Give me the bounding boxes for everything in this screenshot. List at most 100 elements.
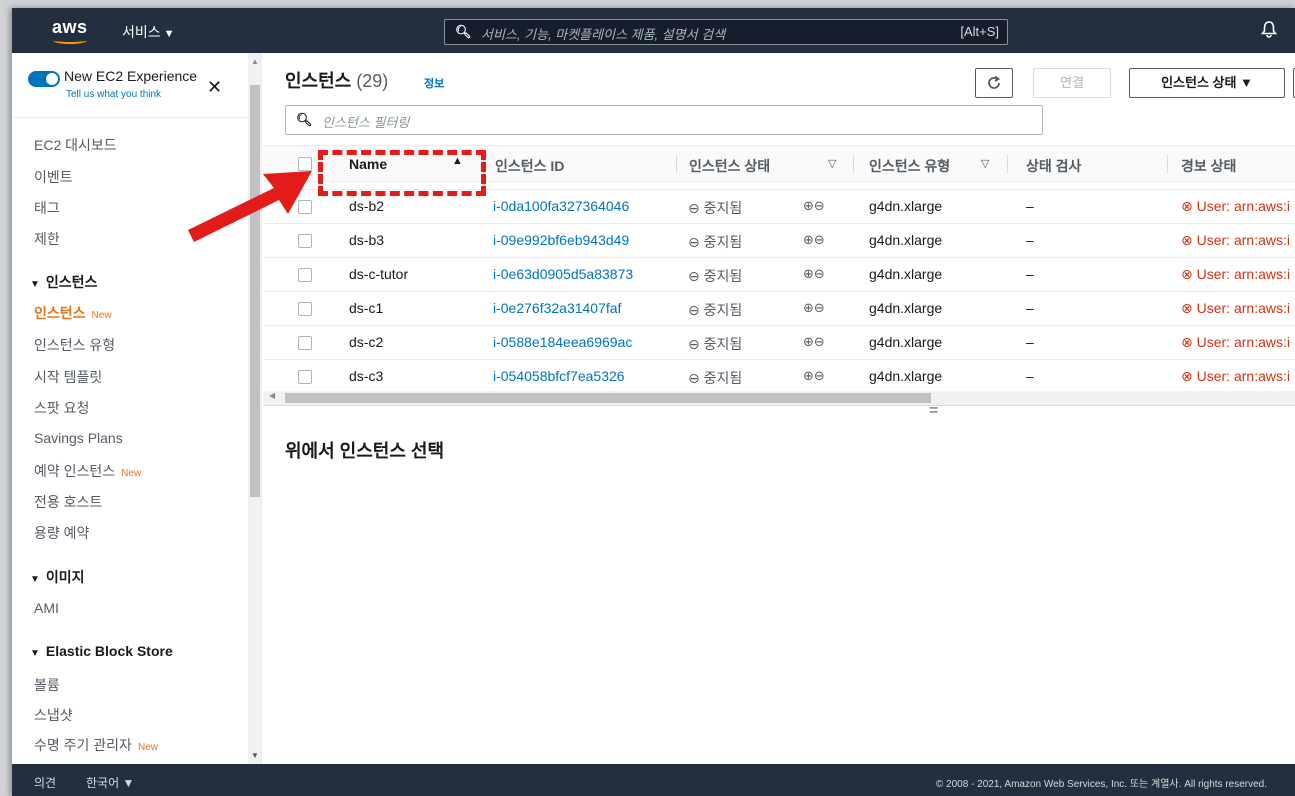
- table-row[interactable]: ds-c3 i-054058bfcf7ea5326 ⊖ 중지됨 ⊕⊖ g4dn.…: [263, 360, 1295, 394]
- sidebar-item-reserved-instances[interactable]: 예약 인스턴스 New: [34, 461, 141, 481]
- alarm-status-text: User: arn:aws:i: [1196, 266, 1290, 282]
- sidebar-item-dedicated-hosts[interactable]: 전용 호스트: [34, 492, 102, 512]
- alarm-status: ⊗ User: arn:aws:i: [1181, 368, 1290, 385]
- table-horizontal-scrollbar[interactable]: ◀: [263, 391, 1295, 405]
- sidebar-item-label: 예약 인스턴스: [34, 463, 116, 479]
- expand-triangle-icon: ▼: [30, 574, 40, 585]
- zoom-icons[interactable]: ⊕⊖: [803, 368, 825, 384]
- sidebar-item-lifecycle-manager[interactable]: 수명 주기 관리자 New: [34, 735, 158, 755]
- sidebar-section-instances[interactable]: ▼ 인스턴스: [30, 272, 97, 292]
- feedback-link[interactable]: 의견: [34, 774, 56, 791]
- zoom-icons[interactable]: ⊕⊖: [803, 232, 825, 248]
- search-placeholder: 서비스, 기능, 마켓플레이스 제품, 설명서 검색: [481, 27, 726, 42]
- zoom-icons[interactable]: ⊕⊖: [803, 198, 825, 214]
- section-label: 이미지: [45, 569, 85, 585]
- instance-state-text: 중지됨: [703, 268, 743, 284]
- new-badge: New: [91, 310, 112, 321]
- instance-state: ⊖ 중지됨: [688, 266, 742, 286]
- annotation-arrow-icon: [188, 171, 312, 242]
- instance-type: g4dn.xlarge: [869, 198, 943, 214]
- connect-button[interactable]: 연결: [1033, 68, 1111, 98]
- instance-name: ds-c1: [349, 300, 384, 316]
- filter-icon[interactable]: ▽: [828, 157, 836, 170]
- copyright-text: © 2008 - 2021, Amazon Web Services, Inc.…: [935, 779, 1267, 790]
- row-checkbox[interactable]: [298, 302, 312, 316]
- status-check: –: [1026, 300, 1034, 316]
- column-header-alarm-status[interactable]: 경보 상태: [1181, 156, 1236, 176]
- filter-icon[interactable]: ▽: [981, 157, 989, 170]
- instance-id-link[interactable]: i-054058bfcf7ea5326: [493, 368, 625, 384]
- instance-state: ⊖ 중지됨: [688, 300, 742, 320]
- table-row[interactable]: ds-c2 i-0588e184eea6969ac ⊖ 중지됨 ⊕⊖ g4dn.…: [263, 326, 1295, 360]
- alarm-status-text: User: arn:aws:i: [1196, 334, 1290, 350]
- zoom-icons[interactable]: ⊕⊖: [803, 334, 825, 350]
- expand-triangle-icon: ▼: [30, 648, 40, 659]
- column-divider: [1007, 155, 1008, 173]
- row-checkbox[interactable]: [298, 336, 312, 350]
- alarm-status: ⊗ User: arn:aws:i: [1181, 300, 1290, 317]
- column-header-status-check[interactable]: 상태 검사: [1026, 156, 1081, 176]
- instance-state-button[interactable]: 인스턴스 상태 ▼: [1129, 68, 1285, 98]
- sidebar-item-savings-plans[interactable]: Savings Plans: [34, 430, 123, 446]
- sidebar-item-instances[interactable]: 인스턴스 New: [34, 303, 112, 323]
- instance-state-text: 중지됨: [703, 336, 743, 352]
- instance-id-link[interactable]: i-09e992bf6eb943d49: [493, 232, 629, 248]
- scroll-left-icon[interactable]: ◀: [269, 391, 275, 400]
- instance-count: (29): [356, 71, 389, 91]
- instance-name: ds-c2: [349, 334, 384, 350]
- info-link[interactable]: 정보: [424, 75, 444, 91]
- bell-icon[interactable]: [1260, 20, 1280, 40]
- table-row[interactable]: ds-b3 i-09e992bf6eb943d49 ⊖ 중지됨 ⊕⊖ g4dn.…: [263, 224, 1295, 258]
- instance-id-link[interactable]: i-0e63d0905d5a83873: [493, 266, 633, 282]
- row-checkbox[interactable]: [298, 268, 312, 282]
- instance-id-link[interactable]: i-0588e184eea6969ac: [493, 334, 632, 350]
- instance-state: ⊖ 중지됨: [688, 334, 742, 354]
- alarm-status-text: User: arn:aws:i: [1196, 368, 1290, 384]
- stopped-icon: ⊖: [688, 302, 704, 318]
- alarm-status: ⊗ User: arn:aws:i: [1181, 334, 1290, 351]
- sidebar-item-instance-types[interactable]: 인스턴스 유형: [34, 335, 115, 355]
- status-check: –: [1026, 266, 1034, 282]
- status-check: –: [1026, 232, 1034, 248]
- expand-triangle-icon: ▼: [30, 279, 40, 290]
- column-divider: [676, 155, 677, 173]
- drag-handle-icon[interactable]: =: [929, 402, 938, 420]
- row-checkbox[interactable]: [298, 370, 312, 384]
- instance-name: ds-c3: [349, 368, 384, 384]
- sidebar-item-capacity-reservations[interactable]: 용량 예약: [34, 523, 89, 543]
- alarm-status-text: User: arn:aws:i: [1196, 198, 1290, 214]
- alarm-status-text: User: arn:aws:i: [1196, 300, 1290, 316]
- table-row[interactable]: ds-c1 i-0e276f32a31407faf ⊖ 중지됨 ⊕⊖ g4dn.…: [263, 292, 1295, 326]
- zoom-icons[interactable]: ⊕⊖: [803, 266, 825, 282]
- instance-id-link[interactable]: i-0e276f32a31407faf: [493, 300, 621, 316]
- language-selector[interactable]: 한국어 ▼: [86, 774, 134, 791]
- instance-id-link[interactable]: i-0da100fa327364046: [493, 198, 629, 214]
- column-header-instance-id[interactable]: 인스턴스 ID: [495, 156, 564, 176]
- sidebar-section-ebs[interactable]: ▼ Elastic Block Store: [30, 643, 173, 659]
- sidebar-item-launch-templates[interactable]: 시작 템플릿: [34, 367, 102, 387]
- sidebar-item-snapshots[interactable]: 스냅샷: [34, 705, 73, 725]
- sidebar-section-images[interactable]: ▼ 이미지: [30, 567, 85, 587]
- column-header-instance-type[interactable]: 인스턴스 유형: [869, 156, 950, 176]
- pane-splitter[interactable]: =: [263, 402, 1295, 420]
- sidebar-item-volumes[interactable]: 볼륨: [34, 675, 60, 695]
- global-search-input[interactable]: 🔍︎ 서비스, 기능, 마켓플레이스 제품, 설명서 검색 [Alt+S]: [444, 19, 1008, 45]
- stopped-icon: ⊖: [688, 268, 704, 284]
- sidebar-item-spot-requests[interactable]: 스팟 요청: [34, 398, 89, 418]
- column-header-instance-state[interactable]: 인스턴스 상태: [689, 156, 770, 176]
- instance-name: ds-c-tutor: [349, 266, 409, 282]
- sidebar-item-ami[interactable]: AMI: [34, 600, 59, 616]
- filter-placeholder: 인스턴스 필터링: [322, 115, 410, 130]
- scroll-down-icon[interactable]: ▼: [251, 751, 259, 760]
- scrollbar-thumb[interactable]: [285, 393, 931, 403]
- zoom-icons[interactable]: ⊕⊖: [803, 300, 825, 316]
- refresh-icon: [988, 75, 1001, 89]
- details-pane-title: 위에서 인스턴스 선택: [285, 441, 445, 461]
- new-badge: New: [137, 742, 158, 753]
- table-row[interactable]: ds-c-tutor i-0e63d0905d5a83873 ⊖ 중지됨 ⊕⊖ …: [263, 258, 1295, 292]
- refresh-button[interactable]: [975, 68, 1013, 98]
- instance-name: ds-b2: [349, 198, 385, 214]
- instance-state: ⊖ 중지됨: [688, 368, 742, 388]
- instance-type: g4dn.xlarge: [869, 368, 943, 384]
- instance-filter-input[interactable]: 🔍︎ 인스턴스 필터링: [285, 105, 1043, 135]
